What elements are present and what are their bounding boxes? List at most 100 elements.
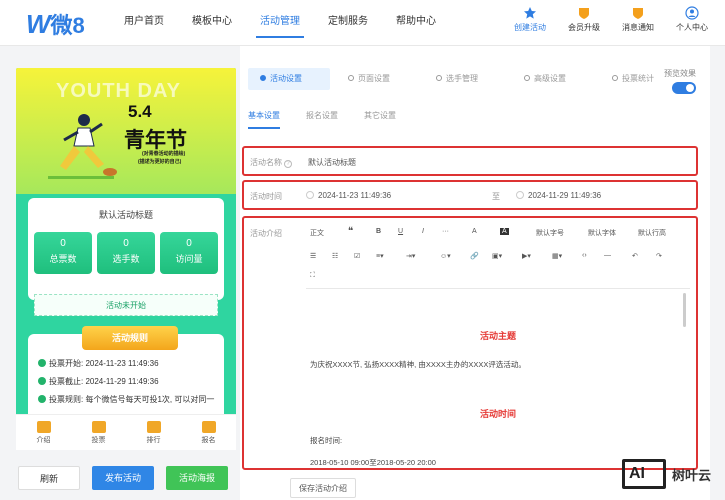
hero-english-title: YOUTH DAY [56,80,181,102]
logo[interactable]: W 微8 [26,8,85,40]
nav-help[interactable]: 帮助中心 [396,0,436,46]
step-dot-icon [260,75,266,81]
step-label: 活动设置 [270,74,302,83]
numbered-list-icon[interactable]: ☷ [332,252,338,260]
bold-button[interactable]: B [376,228,381,235]
stat-label: 总票数 [49,254,77,264]
create-activity-button[interactable]: 创建活动 [503,6,557,33]
nav-templates[interactable]: 模板中心 [192,0,232,46]
step-label: 选手管理 [446,74,478,83]
emoji-icon[interactable]: ☺▾ [440,252,451,260]
underline-button[interactable]: U [398,228,403,235]
link-icon[interactable]: 🔗 [470,252,479,260]
step-label: 页面设置 [358,74,390,83]
line-height-select[interactable]: 默认行高 [638,228,666,238]
rules-panel: 活动规则 投票开始: 2024-11-23 11:49:36 投票截止: 202… [28,326,224,420]
main-nav: 用户首页 模板中心 活动管理 定制服务 帮助中心 [110,0,450,46]
step-advanced-settings[interactable]: 高级设置 [512,68,594,90]
help-icon[interactable]: ? [284,160,292,168]
font-family-select[interactable]: 默认字体 [588,228,616,238]
tab-label: 介绍 [36,436,51,444]
check-icon [38,395,46,403]
step-dot-icon [348,75,354,81]
font-size-select[interactable]: 默认字号 [536,228,564,238]
step-contestant-management[interactable]: 选手管理 [424,68,506,90]
todo-list-icon[interactable]: ☑ [354,252,360,260]
save-intro-button[interactable]: 保存活动介绍 [290,478,356,498]
logo-text: 微8 [50,13,85,38]
activity-poster-button[interactable]: 活动海报 [166,466,228,490]
rule-item: 投票规则: 每个微信号每天可投1次, 可以对同一 [38,394,214,405]
indent-icon[interactable]: ⇥▾ [406,252,415,260]
member-upgrade-label: 会员升级 [568,23,600,32]
editor-paragraph: 2018-05-10 09:00至2018-05-20 20:00 [310,458,436,467]
subtab-basic[interactable]: 基本设置 [248,110,280,129]
publish-activity-button[interactable]: 发布活动 [92,466,154,490]
clock-icon [306,191,314,199]
activity-intro-label: 活动介绍 [250,229,282,238]
video-icon[interactable]: ▶▾ [522,252,531,260]
rule-text: 投票截止: 2024-11-29 11:49:36 [49,377,159,386]
nav-home[interactable]: 用户首页 [124,0,164,46]
stat-value: 0 [186,238,192,249]
align-icon[interactable]: ≡▾ [376,252,384,260]
running-person-illustration [48,114,117,179]
quote-button[interactable]: ❝ [348,226,353,237]
subtab-signup[interactable]: 报名设置 [306,110,338,129]
fullscreen-icon[interactable]: ⛶ [310,272,315,280]
step-activity-settings[interactable]: 活动设置 [248,68,330,90]
table-icon[interactable]: ▦▾ [552,252,562,260]
hero-subtitle-2: (描述为更好的自己) [138,159,182,165]
subtab-other[interactable]: 其它设置 [364,110,396,129]
logo-mark: W [26,8,51,39]
notifications-button[interactable]: 消息通知 [611,6,665,33]
tab-vote[interactable]: 投票 [91,420,106,445]
member-upgrade-button[interactable]: 会员升级 [557,6,611,33]
rich-text-editor[interactable]: 活动主题 为庆祝XXXX节, 弘扬XXXX精神, 由XXXX主办的XXXX评选活… [306,288,690,468]
end-time-value: 2024-11-29 11:49:36 [528,191,602,200]
tab-signup[interactable]: 报名 [201,420,216,445]
activity-name-input[interactable]: 默认活动标题 [308,157,356,168]
tab-label: 投票 [91,436,106,444]
editor-heading-theme: 活动主题 [479,331,516,341]
italic-button[interactable]: I [422,228,424,235]
rules-title: 活动规则 [82,326,178,350]
preview-toggle-switch[interactable] [672,82,696,94]
font-color-button[interactable]: A [472,228,477,235]
paragraph-format-select[interactable]: 正文 [310,228,324,238]
activity-intro-row: 活动介绍 正文 ❝ B U I ··· A A 默认字号 默认字体 默认行高 ☰… [242,216,698,470]
time-range-separator: 至 [492,192,500,201]
star-icon [524,7,536,19]
watermark: AI 树叶云 [622,454,722,494]
refresh-button[interactable]: 刷新 [18,466,80,490]
editor-scrollbar[interactable] [683,293,686,327]
end-time-input[interactable]: 2024-11-29 11:49:36 [516,191,601,200]
redo-icon[interactable]: ↷ [656,252,662,260]
tab-intro[interactable]: 介绍 [36,420,51,445]
code-icon[interactable]: ‹› [582,252,587,259]
rule-item: 投票截止: 2024-11-29 11:49:36 [38,376,159,387]
rule-text: 投票规则: 每个微信号每天可投1次, 可以对同一 [49,395,215,404]
divider-icon[interactable]: — [604,252,611,259]
undo-icon[interactable]: ↶ [632,252,638,260]
image-icon[interactable]: ▣▾ [492,252,502,260]
start-time-value: 2024-11-23 11:49:36 [318,191,392,200]
hero-subtitle-1: (对青春活动的描绘) [142,151,186,157]
activity-title: 默认活动标题 [98,210,153,220]
profile-button[interactable]: 个人中心 [665,6,719,33]
background-color-button[interactable]: A [500,228,509,235]
activity-name-label-text: 活动名称 [250,158,282,167]
bullet-list-icon[interactable]: ☰ [310,252,316,260]
hero-date: 5.4 [128,102,152,121]
more-format-button[interactable]: ··· [442,228,449,235]
nav-activity-management[interactable]: 活动管理 [256,0,304,46]
step-page-settings[interactable]: 页面设置 [336,68,418,90]
nav-custom-service[interactable]: 定制服务 [328,0,368,46]
start-time-input[interactable]: 2024-11-23 11:49:36 [306,191,391,200]
tab-ranking[interactable]: 排行 [146,420,161,445]
activity-name-row: 活动名称? 默认活动标题 [242,146,698,176]
step-dot-icon [436,75,442,81]
bell-shield-icon [633,8,643,19]
stat-value: 0 [60,238,66,249]
document-icon [36,420,51,433]
